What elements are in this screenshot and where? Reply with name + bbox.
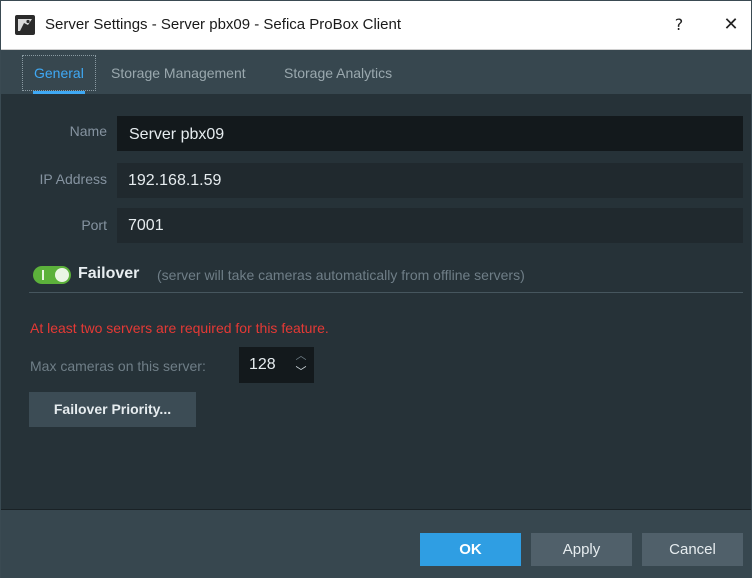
- section-divider: [29, 292, 743, 293]
- tab-storage-management[interactable]: Storage Management: [111, 50, 246, 94]
- toggle-on-mark: [42, 270, 44, 280]
- cancel-button[interactable]: Cancel: [642, 533, 743, 566]
- max-cameras-label: Max cameras on this server:: [30, 358, 206, 374]
- ip-address-field: 192.168.1.59: [117, 163, 743, 198]
- failover-priority-button[interactable]: Failover Priority...: [29, 392, 196, 427]
- name-input[interactable]: Server pbx09: [117, 116, 743, 151]
- failover-error-message: At least two servers are required for th…: [30, 320, 329, 336]
- close-button[interactable]: ✕: [713, 9, 749, 41]
- max-cameras-spinbox[interactable]: 128 ︿ ﹀: [239, 347, 314, 383]
- tab-bar: General Storage Management Storage Analy…: [1, 50, 751, 94]
- name-label: Name: [69, 123, 107, 139]
- tab-general[interactable]: General: [34, 50, 84, 94]
- toggle-knob: [55, 268, 69, 282]
- help-button[interactable]: ?: [661, 9, 697, 41]
- ip-address-label: IP Address: [39, 171, 107, 187]
- failover-label: Failover: [78, 265, 140, 282]
- chevron-down-icon[interactable]: ﹀: [293, 365, 309, 379]
- tab-storage-analytics[interactable]: Storage Analytics: [284, 50, 392, 94]
- port-label: Port: [81, 217, 107, 233]
- failover-description: (server will take cameras automatically …: [157, 267, 525, 283]
- window-title: Server Settings - Server pbx09 - Sefica …: [45, 16, 401, 33]
- ok-button[interactable]: OK: [420, 533, 521, 566]
- failover-toggle[interactable]: [33, 266, 71, 284]
- apply-button[interactable]: Apply: [531, 533, 632, 566]
- server-settings-dialog: Server Settings - Server pbx09 - Sefica …: [0, 0, 752, 578]
- port-field: 7001: [117, 208, 743, 243]
- dialog-footer: OK Apply Cancel: [1, 510, 751, 578]
- max-cameras-value[interactable]: 128: [249, 347, 276, 383]
- chevron-up-icon[interactable]: ︿: [293, 349, 309, 363]
- title-bar: Server Settings - Server pbx09 - Sefica …: [1, 1, 751, 50]
- camera-app-icon: [15, 15, 35, 35]
- active-tab-indicator: [33, 91, 85, 94]
